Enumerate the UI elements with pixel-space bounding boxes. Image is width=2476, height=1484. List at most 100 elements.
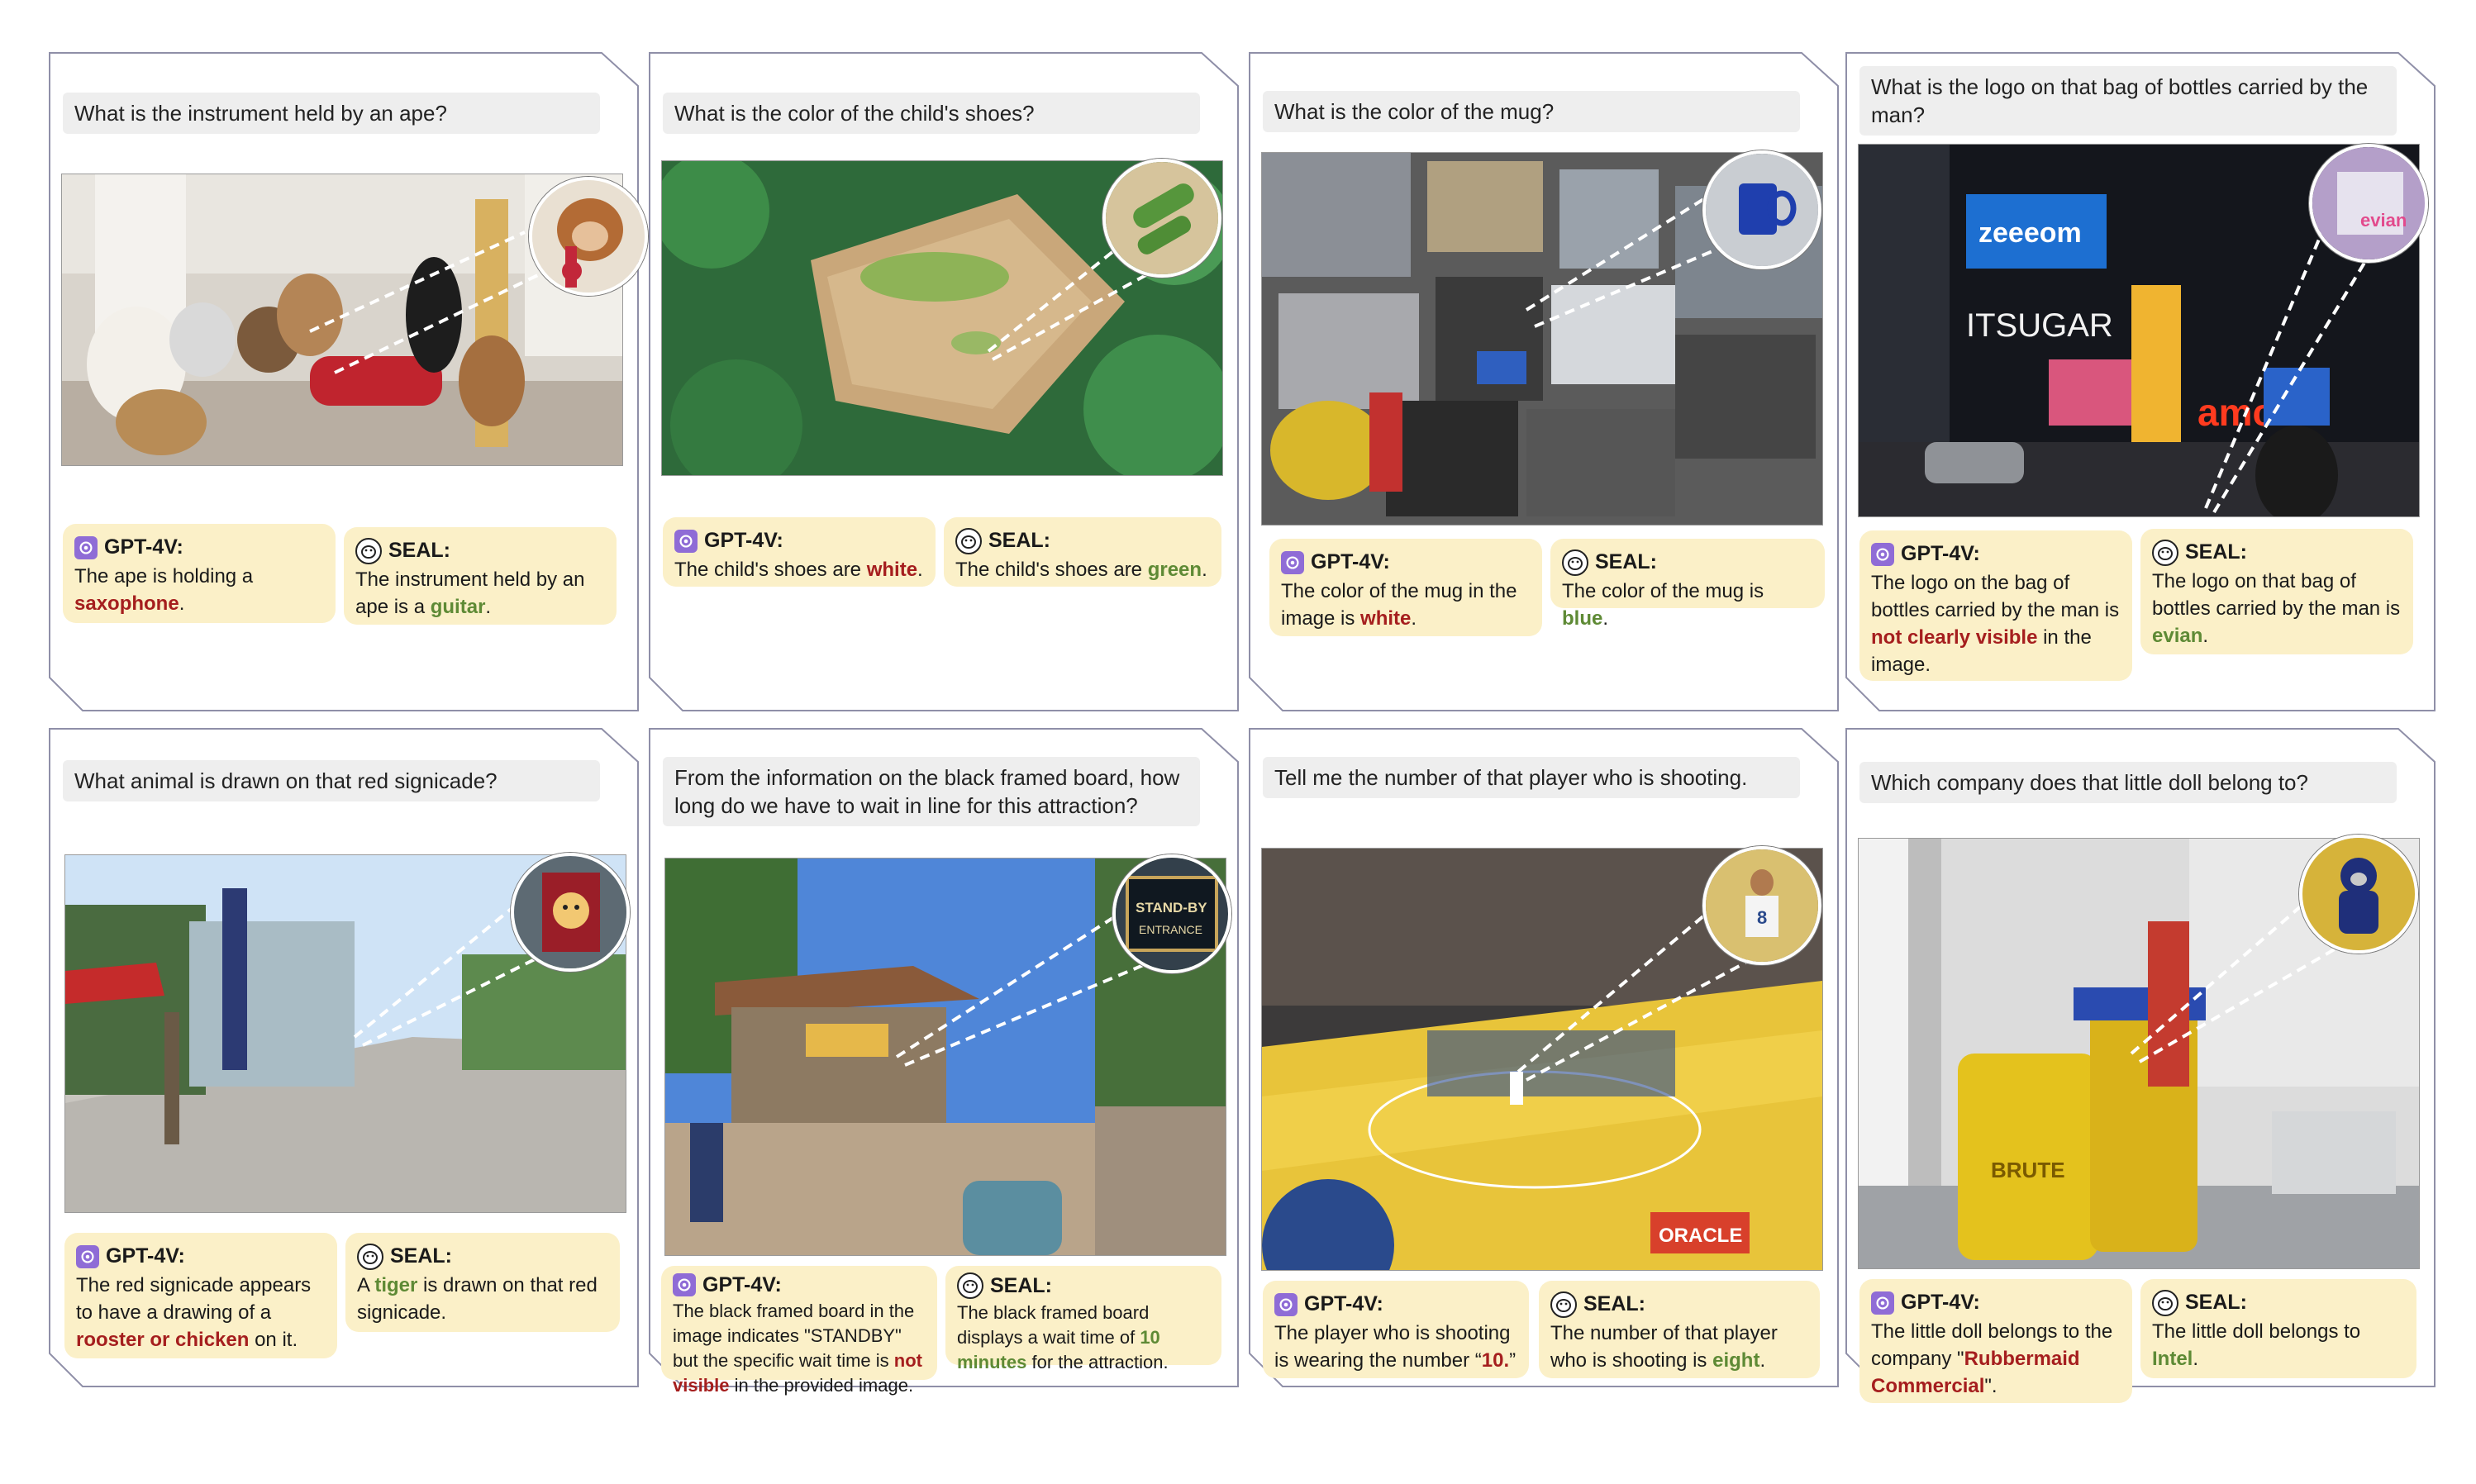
answer-text-end: .	[2202, 625, 2209, 647]
correct-answer: green	[1147, 559, 1202, 581]
zoom-inset-ape	[529, 177, 648, 296]
panel-5: What animal is drawn on that red signica…	[49, 728, 639, 1387]
answer-text: The player who is shooting is wearing th…	[1274, 1322, 1511, 1372]
inset-entrance-text: ENTRANCE	[1139, 923, 1202, 936]
answer-text: The red signicade appears to have a draw…	[76, 1274, 312, 1324]
seal-answer: SEAL: A tiger is drawn on that red signi…	[345, 1233, 620, 1332]
sign-amc: amc	[2197, 391, 2274, 434]
wrong-answer: rooster or chicken	[76, 1329, 250, 1351]
gpt4v-text: The red signicade appears to have a draw…	[76, 1272, 326, 1353]
gpt4v-text: The logo on the bag of bottles carried b…	[1871, 569, 2121, 678]
wrong-answer: saxophone	[74, 592, 179, 615]
panel-7: Tell me the number of that player who is…	[1249, 728, 1839, 1387]
seal-logo-icon	[1550, 1291, 1577, 1318]
answer-text-end: for the attraction.	[1026, 1352, 1169, 1372]
gpt4v-label: GPT-4V:	[702, 1273, 782, 1296]
question: What animal is drawn on that red signica…	[63, 760, 600, 801]
answer-text-end: ”	[1509, 1349, 1517, 1372]
wrong-answer: 10.	[1481, 1349, 1510, 1372]
wrong-answer: not clearly visible	[1871, 626, 2038, 649]
answer-text: The ape is holding a	[74, 565, 254, 587]
seal-answer: SEAL: The logo on that bag of bottles ca…	[2140, 529, 2413, 654]
answer-text: The child's shoes are	[955, 559, 1148, 581]
seal-label: SEAL:	[990, 1274, 1052, 1297]
seal-logo-icon	[2152, 539, 2178, 566]
correct-answer: blue	[1562, 607, 1603, 630]
seal-logo-icon	[355, 537, 382, 564]
gpt4v-text: The ape is holding a saxophone.	[74, 563, 324, 617]
seal-answer: SEAL: The color of the mug is blue.	[1550, 539, 1825, 630]
gpt4v-answer: GPT-4V: The child's shoes are white.	[663, 517, 936, 587]
question: Which company does that little doll belo…	[1859, 762, 2397, 803]
panel-6: From the information on the black framed…	[649, 728, 1239, 1396]
openai-icon	[76, 1244, 99, 1268]
seal-text: The black framed board displays a wait t…	[957, 1301, 1210, 1375]
seal-answer: SEAL: The child's shoes are green.	[944, 517, 1221, 587]
openai-icon	[1281, 550, 1304, 574]
openai-icon	[673, 1273, 696, 1296]
correct-answer: guitar	[430, 596, 486, 618]
answer-text: The child's shoes are	[674, 559, 867, 581]
seal-answer: SEAL: The little doll belongs to Intel.	[2140, 1279, 2416, 1378]
gpt4v-answer: GPT-4V: The ape is holding a saxophone.	[63, 524, 336, 623]
seal-label: SEAL:	[1595, 550, 1657, 573]
correct-answer: Intel	[2152, 1348, 2193, 1370]
gpt4v-label: GPT-4V:	[106, 1244, 185, 1268]
panel-1: What is the instrument held by an ape? G…	[49, 52, 648, 711]
gpt4v-text: The little doll belongs to the company "…	[1871, 1318, 2121, 1400]
gpt4v-label: GPT-4V:	[1901, 542, 1980, 565]
answer-text-end: in the provided image.	[729, 1375, 914, 1396]
gpt4v-answer: GPT-4V: The black framed board in the im…	[661, 1266, 937, 1396]
answer-text: The color of the mug is	[1562, 580, 1764, 602]
zoom-inset-mug	[1702, 150, 1821, 269]
seal-text: The logo on that bag of bottles carried …	[2152, 568, 2402, 649]
openai-icon	[74, 535, 98, 559]
gpt4v-answer: GPT-4V: The little doll belongs to the c…	[1859, 1279, 2132, 1403]
gpt4v-text: The color of the mug in the image is whi…	[1281, 578, 1531, 632]
zoom-inset-player: 8	[1702, 846, 1821, 965]
answer-text-end: .	[485, 596, 492, 618]
answer-text-end: .	[1759, 1349, 1766, 1372]
panel-4: What is the logo on that bag of bottles …	[1845, 52, 2436, 711]
seal-label: SEAL:	[2185, 1291, 2247, 1314]
svg-text:8: 8	[1757, 907, 1767, 928]
gpt4v-text: The child's shoes are white.	[674, 556, 924, 583]
sign-zeeg: zeeeom	[1978, 217, 2082, 249]
gpt4v-text: The black framed board in the image indi…	[673, 1299, 926, 1398]
seal-logo-icon	[955, 527, 982, 554]
gpt4v-answer: GPT-4V: The red signicade appears to hav…	[64, 1233, 337, 1358]
seal-answer: SEAL: The instrument held by an ape is a…	[344, 527, 617, 625]
seal-label: SEAL:	[988, 529, 1050, 552]
answer-text: The black framed board in the image indi…	[673, 1301, 915, 1371]
inset-evian-text: evian	[2360, 210, 2407, 231]
seal-text: The instrument held by an ape is a guita…	[355, 566, 605, 621]
openai-icon	[1871, 1291, 1894, 1315]
answer-text-end: ".	[1984, 1375, 1997, 1397]
zoom-inset-evian: evian	[2309, 144, 2428, 263]
seal-text: The number of that player who is shootin…	[1550, 1320, 1808, 1374]
answer-text: A	[357, 1274, 375, 1296]
bin-brute-text: BRUTE	[1991, 1158, 2065, 1182]
answer-text-end: .	[917, 559, 923, 581]
gpt4v-answer: GPT-4V: The logo on the bag of bottles c…	[1859, 530, 2132, 681]
wrong-answer: white	[866, 559, 918, 581]
panel-2: What is the color of the child's shoes? …	[649, 52, 1239, 711]
answer-text: The black framed board displays a wait t…	[957, 1302, 1150, 1348]
answer-text-end: on it.	[249, 1329, 298, 1351]
seal-text: A tiger is drawn on that red signicade.	[357, 1272, 608, 1326]
gpt4v-answer: GPT-4V: The color of the mug in the imag…	[1269, 539, 1542, 636]
question: From the information on the black framed…	[663, 757, 1200, 826]
correct-answer: evian	[2152, 625, 2203, 647]
question: What is the instrument held by an ape?	[63, 93, 600, 134]
zoom-inset-doll	[2299, 835, 2418, 954]
seal-label: SEAL:	[388, 539, 450, 562]
correct-answer: eight	[1712, 1349, 1760, 1372]
gpt4v-text: The player who is shooting is wearing th…	[1274, 1320, 1517, 1374]
answer-text-end: .	[2193, 1348, 2199, 1370]
panel-3: What is the color of the mug? GPT-4V: Th…	[1249, 52, 1839, 711]
question: What is the logo on that bag of bottles …	[1859, 66, 2397, 136]
question: What is the color of the child's shoes?	[663, 93, 1200, 134]
answer-text-end: .	[1411, 607, 1417, 630]
zoom-inset-board: STAND-BY ENTRANCE	[1112, 854, 1231, 973]
answer-text-end: .	[179, 592, 185, 615]
